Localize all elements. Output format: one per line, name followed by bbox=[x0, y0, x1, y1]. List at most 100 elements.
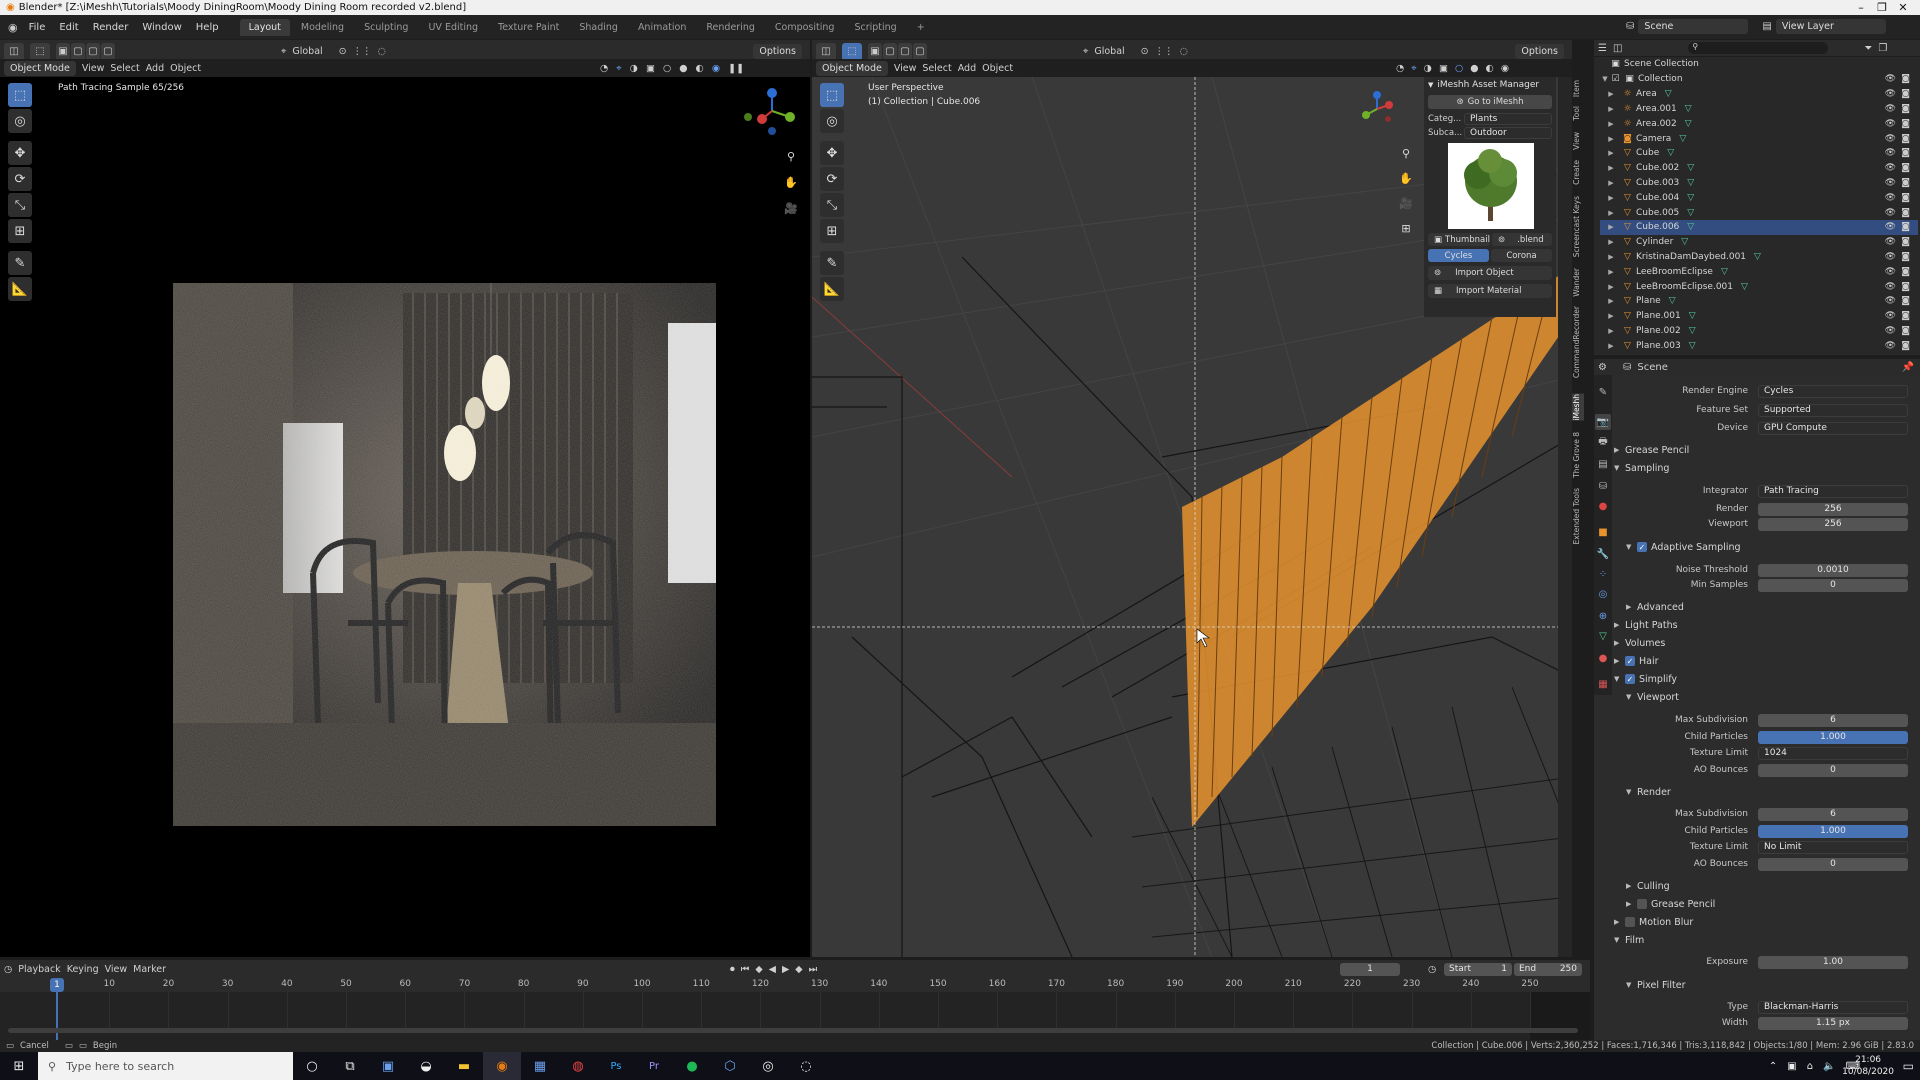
outliner-item[interactable]: ▶ ▽ Cube.006 ▽ 👁 ◙ bbox=[1600, 220, 1918, 235]
shading-solid-icon[interactable]: ● bbox=[1470, 63, 1478, 74]
camera-restrict-icon[interactable]: ◙ bbox=[1901, 134, 1910, 144]
camera-restrict-icon[interactable]: ◙ bbox=[1901, 282, 1910, 292]
expand-icon[interactable]: ▶ bbox=[1600, 179, 1622, 187]
select-mode-new-icon[interactable]: ▣ bbox=[868, 42, 882, 61]
expand-icon[interactable]: ▶ bbox=[1600, 297, 1622, 305]
outliner-item[interactable]: ▶ ▽ Plane.001 ▽ 👁 ◙ bbox=[1600, 309, 1918, 324]
eye-icon[interactable]: 👁 bbox=[1885, 178, 1896, 188]
tab-texture-paint[interactable]: Texture Paint bbox=[489, 19, 568, 36]
camera-restrict-icon[interactable]: ◙ bbox=[1901, 74, 1910, 84]
expand-icon[interactable]: ▶ bbox=[1600, 149, 1622, 157]
outliner-item[interactable]: ▶ ▽ Plane ▽ 👁 ◙ bbox=[1600, 294, 1918, 309]
eye-icon[interactable]: 👁 bbox=[1885, 193, 1896, 203]
expand-icon[interactable]: ▶ bbox=[1600, 312, 1622, 320]
grid-view-icon[interactable]: ⊞ bbox=[1395, 217, 1417, 239]
editor-type-icon[interactable]: ◫ bbox=[4, 42, 24, 61]
scene-selector[interactable]: Scene bbox=[1638, 19, 1749, 34]
menu-view[interactable]: View bbox=[894, 63, 917, 74]
camera-restrict-icon[interactable]: ◙ bbox=[1901, 193, 1910, 203]
eye-icon[interactable]: 👁 bbox=[1885, 74, 1896, 84]
object-props-icon[interactable]: ■ bbox=[1595, 524, 1611, 540]
tab-screencast-keys[interactable]: Screencast Keys bbox=[1572, 196, 1584, 257]
filter-width-field[interactable]: 1.15 px bbox=[1758, 1016, 1908, 1030]
move-tool-icon[interactable]: ✥ bbox=[8, 141, 32, 165]
annotate-tool-icon[interactable]: ✎ bbox=[8, 251, 32, 275]
camera-restrict-icon[interactable]: ◙ bbox=[1901, 252, 1910, 262]
expand-icon[interactable]: ▶ bbox=[1600, 105, 1622, 113]
expand-icon[interactable]: ▶ bbox=[1600, 283, 1622, 291]
menu-playback[interactable]: Playback bbox=[18, 964, 60, 975]
menu-keying[interactable]: Keying bbox=[67, 964, 99, 975]
camera-restrict-icon[interactable]: ◙ bbox=[1901, 311, 1910, 321]
blend-toggle[interactable]: ⊚ .blend bbox=[1492, 233, 1552, 246]
outliner-item[interactable]: ▶ ▽ Plane.003 ▽ 👁 ◙ bbox=[1600, 339, 1918, 354]
motion-blur-checkbox[interactable] bbox=[1625, 917, 1635, 927]
camera-restrict-icon[interactable]: ◙ bbox=[1901, 89, 1910, 99]
outliner-editor-icon[interactable]: ☰ bbox=[1598, 43, 1607, 54]
object-mode-dropdown[interactable]: Object Mode bbox=[816, 60, 888, 76]
expand-icon[interactable]: ▶ bbox=[1600, 209, 1622, 217]
annotate-tool-icon[interactable]: ✎ bbox=[820, 251, 844, 275]
play-reverse-icon[interactable]: ◀ bbox=[769, 964, 776, 975]
expand-icon[interactable]: ▶ bbox=[1600, 223, 1622, 231]
overlay-icon[interactable]: ◑ bbox=[1424, 63, 1432, 74]
rotate-tool-icon[interactable]: ⟳ bbox=[820, 167, 844, 191]
volume-icon[interactable]: 🔈 bbox=[1823, 1061, 1835, 1072]
select-mode-invert-icon[interactable]: ▢ bbox=[101, 42, 115, 61]
menu-object[interactable]: Object bbox=[982, 63, 1013, 74]
world-props-icon[interactable]: ● bbox=[1595, 498, 1611, 514]
jump-end-icon[interactable]: ⏭ bbox=[809, 964, 818, 975]
asset-thumbnail[interactable] bbox=[1448, 143, 1534, 229]
measure-tool-icon[interactable]: 📐 bbox=[8, 277, 32, 301]
playhead[interactable]: 1 bbox=[50, 978, 64, 992]
select-mode-invert-icon[interactable]: ▢ bbox=[913, 42, 927, 61]
r-child-particles-slider[interactable]: 1.000 bbox=[1758, 824, 1908, 838]
tab-uv-editing[interactable]: UV Editing bbox=[419, 19, 487, 36]
section-volumes[interactable]: ▶ Volumes bbox=[1614, 636, 1665, 650]
notification-icon[interactable]: ▭ bbox=[1903, 1059, 1914, 1073]
menu-view[interactable]: View bbox=[105, 964, 128, 975]
outliner-scene-collection[interactable]: ▣ Scene Collection bbox=[1600, 57, 1918, 72]
cursor-tool-icon[interactable]: ◎ bbox=[820, 109, 844, 133]
material-props-icon[interactable]: ● bbox=[1595, 650, 1611, 666]
menu-render[interactable]: Render bbox=[86, 22, 136, 33]
gizmo-icon[interactable]: ⌖ bbox=[616, 63, 621, 74]
eye-icon[interactable]: 👁 bbox=[1885, 163, 1896, 173]
select-box-tool-icon[interactable]: ⬚ bbox=[820, 83, 844, 107]
tab-the-grove[interactable]: The Grove 8 bbox=[1572, 432, 1584, 478]
blender-taskbar-icon[interactable]: ◉ bbox=[483, 1052, 521, 1080]
outliner-item[interactable]: ▶ ☼ Area ▽ 👁 ◙ bbox=[1600, 87, 1918, 102]
jump-start-icon[interactable]: ⏮ bbox=[741, 964, 750, 975]
options-dropdown[interactable]: Options bbox=[753, 44, 802, 59]
rotate-tool-icon[interactable]: ⟳ bbox=[8, 167, 32, 191]
tab-item[interactable]: Item bbox=[1572, 80, 1584, 97]
timeline-editor-icon[interactable]: ◷ bbox=[4, 964, 12, 975]
corona-toggle[interactable]: Corona bbox=[1491, 249, 1552, 262]
app-icon-4[interactable]: ◎ bbox=[749, 1052, 787, 1080]
zoom-icon[interactable]: ⚲ bbox=[1395, 142, 1417, 164]
data-props-icon[interactable]: ▽ bbox=[1595, 628, 1611, 644]
app-icon-2[interactable]: ◒ bbox=[407, 1052, 445, 1080]
section-film[interactable]: ▼ Film bbox=[1614, 933, 1644, 947]
app-icon-3[interactable]: ⬡ bbox=[711, 1052, 749, 1080]
shading-rendered-icon[interactable]: ◉ bbox=[712, 63, 720, 74]
particles-props-icon[interactable]: ⁘ bbox=[1595, 566, 1611, 582]
camera-restrict-icon[interactable]: ◙ bbox=[1901, 296, 1910, 306]
scale-tool-icon[interactable]: ⤡ bbox=[820, 193, 844, 217]
measure-tool-icon[interactable]: 📐 bbox=[820, 277, 844, 301]
texture-props-icon[interactable]: ▦ bbox=[1595, 676, 1611, 692]
tab-sculpting[interactable]: Sculpting bbox=[355, 19, 417, 36]
tab-tool[interactable]: Tool bbox=[1572, 106, 1584, 121]
thumbnail-toggle[interactable]: ▣ Thumbnail bbox=[1428, 233, 1490, 246]
checkbox-icon[interactable]: ☑ bbox=[1610, 74, 1621, 85]
camera-restrict-icon[interactable]: ◙ bbox=[1901, 148, 1910, 158]
section-advanced[interactable]: ▶ Advanced bbox=[1626, 600, 1684, 614]
section-sampling[interactable]: ▼ Sampling bbox=[1614, 461, 1669, 475]
scale-tool-icon[interactable]: ⤡ bbox=[8, 193, 32, 217]
r-max-subdivision-field[interactable]: 6 bbox=[1758, 807, 1908, 821]
outliner-item[interactable]: ▶ ▽ Cube.004 ▽ 👁 ◙ bbox=[1600, 191, 1918, 206]
section-simplify[interactable]: ▼ ✓ Simplify bbox=[1614, 672, 1677, 686]
timeline-scrollbar[interactable] bbox=[8, 1028, 1578, 1033]
transform-tool-icon[interactable]: ⊞ bbox=[820, 219, 844, 243]
render-engine-dropdown[interactable]: Cycles bbox=[1758, 384, 1908, 398]
